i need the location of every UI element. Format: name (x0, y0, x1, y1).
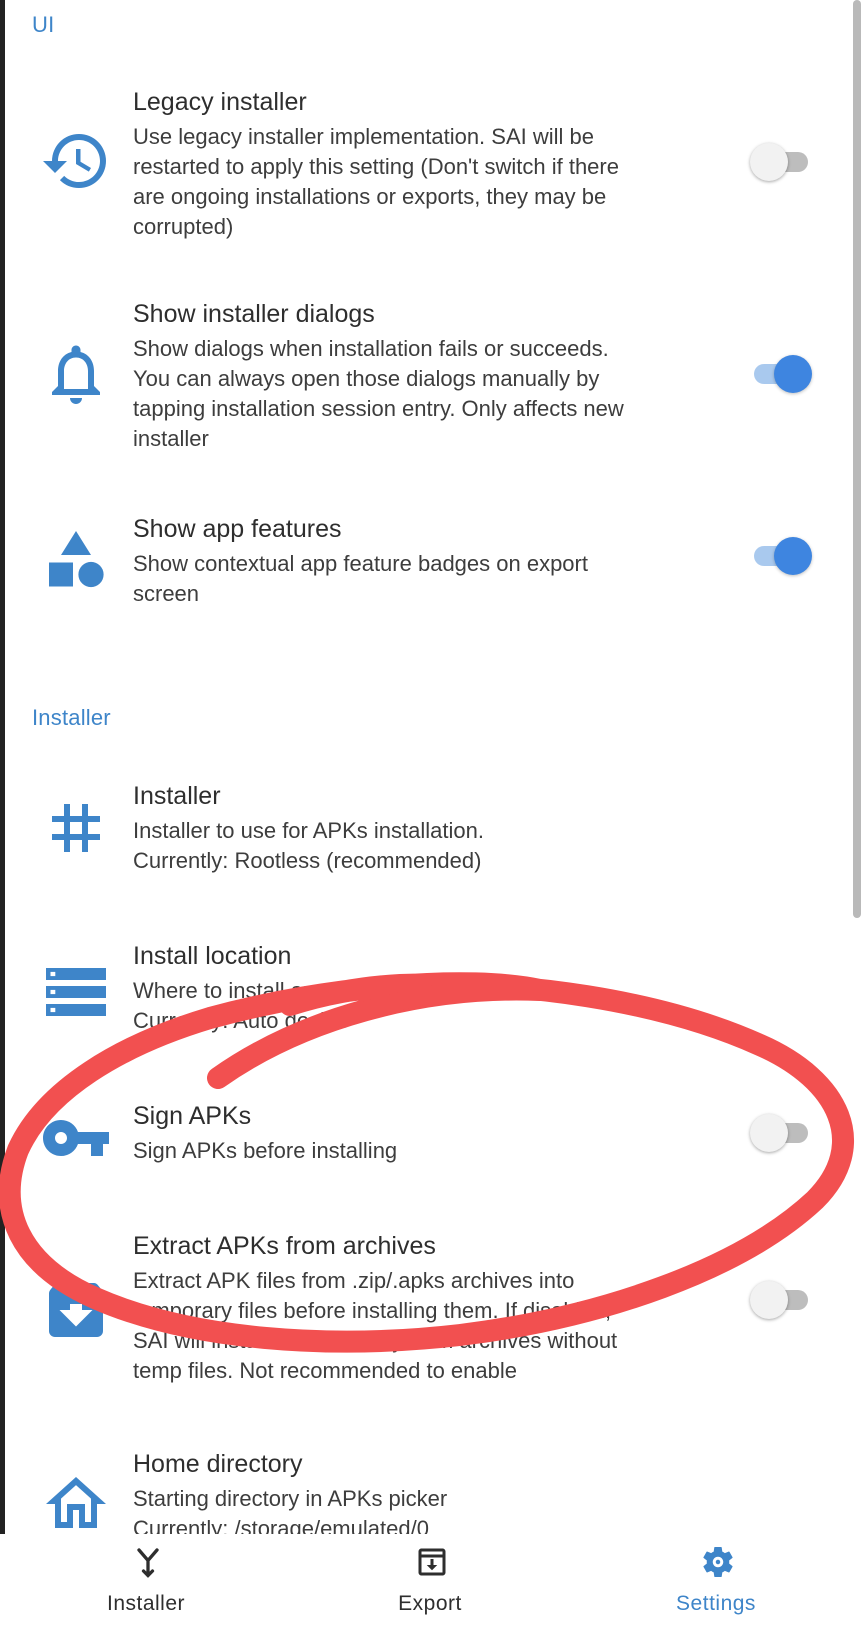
home-icon (40, 1468, 112, 1534)
pref-show-installer-dialogs[interactable]: Show installer dialogs Show dialogs when… (0, 300, 863, 470)
nav-label: Installer (106, 1592, 186, 1615)
show-installer-dialogs-switch[interactable] (750, 353, 812, 395)
bottom-navigation: Installer Export Settings (0, 1534, 863, 1626)
key-icon (40, 1102, 112, 1174)
nav-label: Settings (676, 1592, 756, 1615)
pref-legacy-installer[interactable]: Legacy installer Use legacy installer im… (0, 80, 863, 250)
pref-title: Install location (133, 942, 292, 970)
pref-summary: Installer to use for APKs installation. C… (133, 818, 484, 873)
pref-title: Home directory (133, 1450, 303, 1478)
pref-summary: Sign APKs before installing (133, 1138, 398, 1163)
bell-icon (40, 338, 112, 410)
shapes-icon (40, 525, 112, 597)
pref-title: Installer (133, 782, 221, 810)
show-app-features-switch[interactable] (750, 535, 812, 577)
legacy-installer-switch[interactable] (750, 141, 812, 183)
nav-label: Export (398, 1592, 462, 1615)
nav-installer[interactable]: Installer (46, 1534, 246, 1626)
pref-installer[interactable]: Installer Installer to use for APKs inst… (0, 782, 863, 882)
pref-home-directory[interactable]: Home directory Starting directory in APK… (0, 1450, 863, 1534)
pref-summary: Starting directory in APKs picker Current… (133, 1486, 448, 1534)
pref-title: Legacy installer (133, 88, 307, 116)
pref-summary: Use legacy installer implementation. SAI… (133, 124, 619, 239)
hash-icon (40, 792, 112, 864)
section-header-installer: Installer (32, 705, 111, 730)
storage-icon (40, 956, 112, 1028)
installer-nav-icon (130, 1544, 166, 1580)
pref-extract-apks[interactable]: Extract APKs from archives Extract APK f… (0, 1232, 863, 1402)
extract-apks-switch[interactable] (750, 1279, 812, 1321)
pref-summary: Extract APK files from .zip/.apks archiv… (133, 1268, 618, 1383)
pref-title: Show installer dialogs (133, 300, 375, 328)
pref-title: Show app features (133, 515, 342, 543)
export-nav-icon (414, 1544, 450, 1580)
sign-apks-switch[interactable] (750, 1112, 812, 1154)
section-header-ui: UI (32, 12, 55, 37)
archive-icon (40, 1274, 112, 1346)
pref-summary: Show dialogs when installation fails or … (133, 336, 624, 451)
pref-install-location[interactable]: Install location Where to install apps Cu… (0, 942, 863, 1042)
pref-title: Extract APKs from archives (133, 1232, 436, 1260)
pref-title: Sign APKs (133, 1102, 252, 1130)
settings-nav-icon (700, 1544, 736, 1580)
nav-export[interactable]: Export (330, 1534, 530, 1626)
pref-summary: Show contextual app feature badges on ex… (133, 551, 588, 606)
pref-show-app-features[interactable]: Show app features Show contextual app fe… (0, 515, 863, 625)
nav-settings[interactable]: Settings (616, 1534, 816, 1626)
history-icon (40, 125, 112, 197)
pref-sign-apks[interactable]: Sign APKs Sign APKs before installing (0, 1102, 863, 1182)
pref-summary: Where to install apps Currently: Auto dec… (133, 978, 350, 1033)
